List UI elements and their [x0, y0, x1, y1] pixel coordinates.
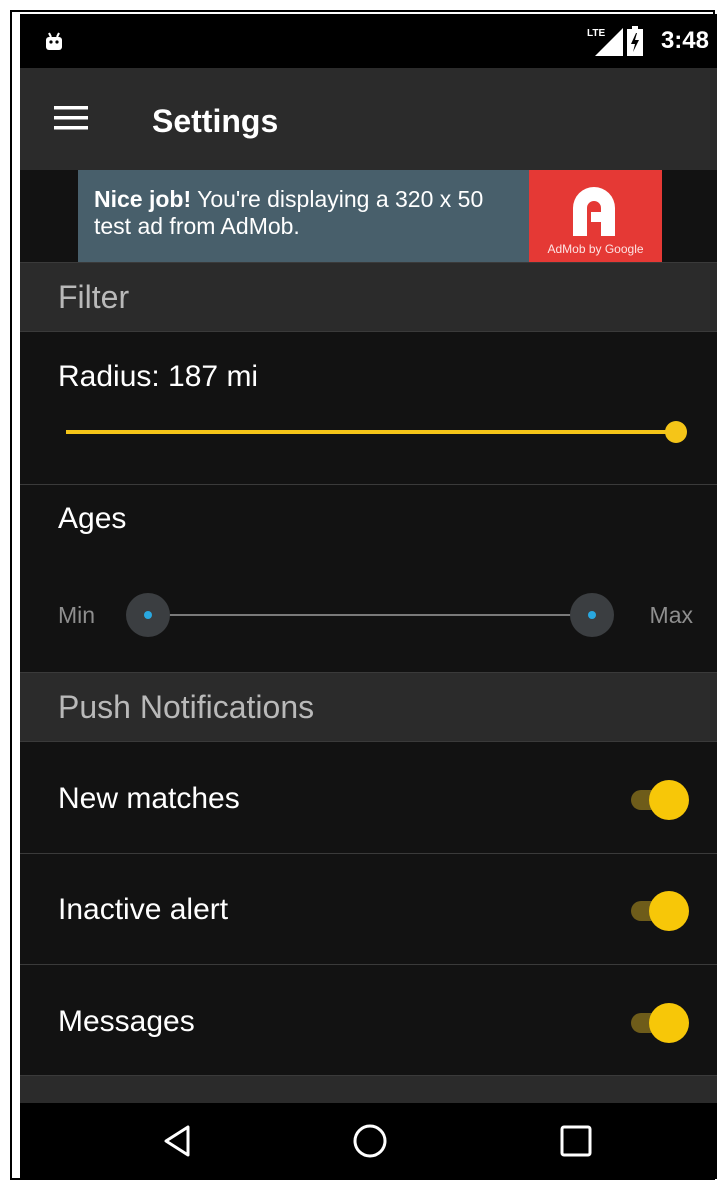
ad-text: Nice job! You're displaying a 320 x 50 t…: [94, 186, 524, 240]
status-time: 3:48: [660, 27, 709, 54]
ad-text-bold: Nice job!: [94, 186, 192, 212]
ages-max-thumb[interactable]: [570, 593, 614, 637]
status-bar: LTE 3:48: [20, 14, 717, 68]
radius-label: Radius: 187 mi: [58, 360, 259, 393]
ages-min-label: Min: [58, 602, 96, 628]
toggle-thumb: [649, 780, 689, 820]
back-triangle-icon[interactable]: [158, 1121, 198, 1161]
toggle-thumb: [649, 1003, 689, 1043]
app-bar: Settings: [20, 68, 717, 170]
ages-max-label: Max: [649, 602, 693, 628]
new-matches-label: New matches: [58, 782, 240, 815]
new-matches-toggle[interactable]: [631, 780, 689, 820]
messages-toggle[interactable]: [631, 1003, 689, 1043]
ages-range-slider[interactable]: [126, 593, 614, 637]
ages-min-thumb[interactable]: [126, 593, 170, 637]
admob-logo: AdMob by Google: [529, 170, 662, 262]
ages-min-thumb-dot: [144, 611, 152, 619]
recents-square-icon[interactable]: [556, 1121, 596, 1161]
app-screen: LTE 3:48 Settings Nice job! You're displ…: [20, 14, 717, 1179]
inactive-alert-label: Inactive alert: [58, 893, 229, 926]
admob-caption: AdMob by Google: [547, 242, 644, 256]
system-nav-bar: [20, 1103, 717, 1179]
radius-slider[interactable]: [66, 421, 687, 443]
radius-slider-fill: [66, 430, 676, 434]
section-header-filter: Filter: [20, 262, 717, 332]
ages-label: Ages: [58, 502, 127, 535]
radius-slider-thumb[interactable]: [665, 421, 687, 443]
ad-row: Nice job! You're displaying a 320 x 50 t…: [20, 170, 717, 262]
messages-label: Messages: [58, 1005, 195, 1038]
admob-logo-icon: [573, 187, 615, 236]
section-header-label: Filter: [58, 279, 130, 315]
divider: [20, 964, 717, 965]
battery-charging-icon: [627, 26, 643, 56]
toggle-thumb: [649, 891, 689, 931]
svg-text:LTE: LTE: [587, 28, 605, 39]
home-circle-icon[interactable]: [350, 1121, 390, 1161]
hamburger-menu-icon[interactable]: [54, 106, 88, 130]
ages-max-thumb-dot: [588, 611, 596, 619]
divider: [20, 484, 717, 485]
ad-banner[interactable]: Nice job! You're displaying a 320 x 50 t…: [78, 170, 662, 262]
divider: [20, 853, 717, 854]
android-notification-icon: [46, 32, 62, 50]
inactive-alert-toggle[interactable]: [631, 891, 689, 931]
section-header-label: Push Notifications: [58, 689, 315, 725]
page-title: Settings: [152, 103, 279, 139]
section-header-push-notifications: Push Notifications: [20, 672, 717, 742]
lte-signal-icon: LTE: [587, 28, 623, 56]
